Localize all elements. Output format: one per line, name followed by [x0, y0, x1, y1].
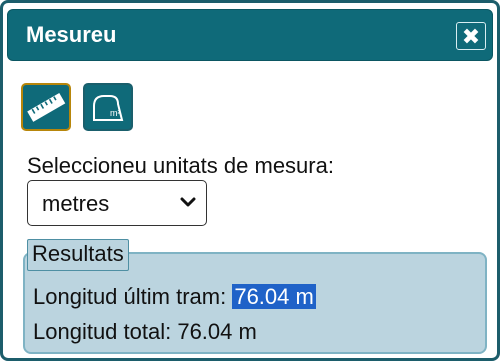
total-length-row: Longitud total: 76.04 m — [33, 319, 257, 344]
last-segment-value[interactable]: 76.04 m — [232, 284, 316, 309]
area-tool-button[interactable]: m² — [83, 83, 133, 131]
ruler-icon — [27, 92, 66, 122]
units-select-value: metres — [42, 191, 110, 216]
dialog-titlebar[interactable]: Mesureu ✖ — [7, 9, 493, 61]
chevron-down-icon — [180, 197, 196, 207]
close-icon: ✖ — [461, 24, 481, 49]
last-segment-row: Longitud últim tram: 76.04 m — [33, 284, 316, 310]
close-button[interactable]: ✖ — [456, 22, 486, 50]
last-segment-label: Longitud últim tram: — [33, 284, 227, 309]
dialog-title: Mesureu — [26, 22, 117, 47]
units-label: Seleccioneu unitats de mesura: — [27, 153, 334, 178]
area-icon-label: m² — [110, 108, 121, 118]
units-select[interactable]: metres — [27, 180, 207, 226]
ruler-tool-button[interactable] — [21, 83, 71, 131]
results-legend: Resultats — [27, 239, 129, 271]
area-icon: m² — [93, 95, 124, 121]
measure-dialog: Mesureu ✖ m² Seleccioneu unitats de mesu… — [0, 0, 500, 361]
